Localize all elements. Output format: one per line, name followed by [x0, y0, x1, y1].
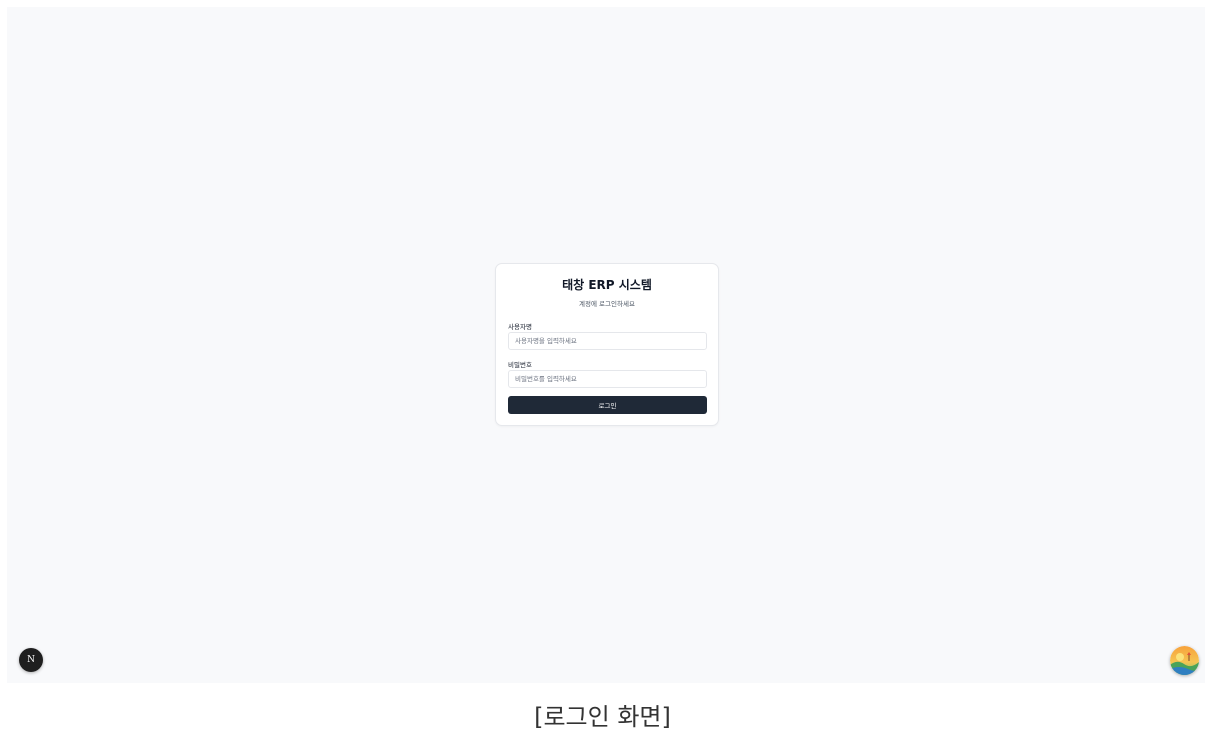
- assistant-avatar-icon[interactable]: [1170, 646, 1199, 675]
- username-input[interactable]: [508, 332, 707, 350]
- nextjs-logo-icon[interactable]: N: [19, 648, 43, 672]
- screen-caption: [로그인 화면]: [534, 703, 671, 731]
- login-button[interactable]: 로그인: [508, 396, 707, 414]
- username-label: 사용자명: [508, 323, 532, 331]
- login-subtitle: 계정에 로그인하세요: [579, 300, 635, 308]
- assistant-avatar-graphic: [1170, 646, 1199, 675]
- password-input[interactable]: [508, 370, 707, 388]
- login-card: 태창 ERP 시스템 계정에 로그인하세요 사용자명 비밀번호 로그인: [495, 263, 719, 426]
- dev-badge-letter: N: [27, 655, 35, 665]
- password-label: 비밀번호: [508, 361, 532, 369]
- app-screen: 태창 ERP 시스템 계정에 로그인하세요 사용자명 비밀번호 로그인 N: [7, 7, 1205, 683]
- login-title: 태창 ERP 시스템: [562, 278, 652, 292]
